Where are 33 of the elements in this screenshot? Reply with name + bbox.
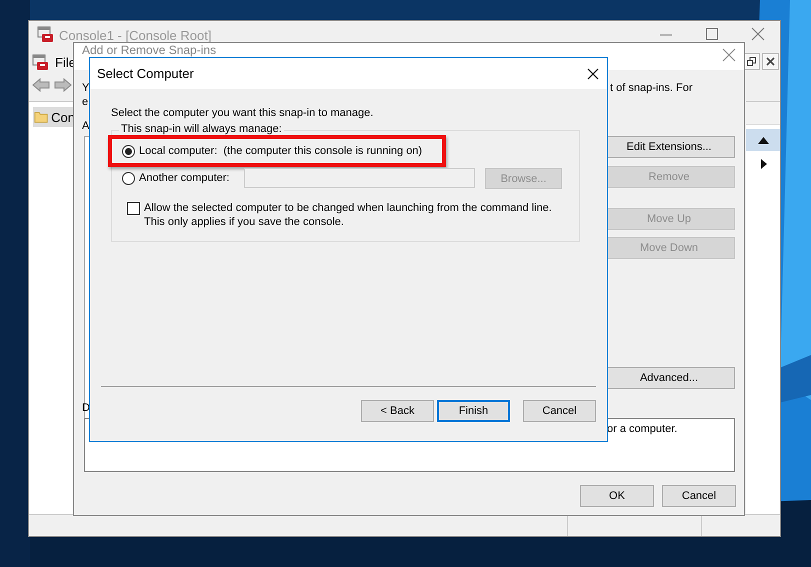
intro-text: Y (82, 82, 90, 94)
checkbox-label: Allow the selected computer to be changed when launching from the command line. This only applies if you save the console. (144, 201, 553, 229)
close-icon (766, 57, 775, 66)
radio-button[interactable] (122, 172, 135, 184)
group-label: This snap-in will always manage: (119, 123, 284, 135)
dialog-button[interactable]: Cancel (523, 400, 596, 422)
console-icon (37, 26, 54, 43)
maximize-icon[interactable] (705, 27, 719, 41)
dialog-button[interactable]: Finish (437, 400, 510, 422)
checkbox[interactable] (127, 202, 140, 215)
intro-text: t of snap-ins. For (610, 82, 693, 94)
sort-up-icon (758, 136, 768, 144)
window-title: Console1 - [Console Root] (59, 28, 212, 43)
restore-icon (747, 57, 756, 66)
dialog-button[interactable]: < Back (361, 400, 434, 422)
radio-button[interactable] (122, 144, 135, 158)
folder-icon (34, 110, 48, 124)
dialog-button[interactable]: Cancel (662, 485, 736, 507)
close-icon[interactable] (587, 68, 599, 80)
option-label: Local computer: (the computer this console is running on) (139, 145, 422, 157)
back-icon[interactable] (32, 78, 50, 92)
close-button[interactable] (762, 53, 779, 70)
option-label: Another computer: (139, 172, 230, 184)
available-label: A (82, 120, 90, 132)
dialog-title: Select Computer (97, 66, 194, 81)
intro-text: e (82, 96, 88, 108)
description-label: D (82, 402, 90, 414)
expand-arrow-icon[interactable] (761, 159, 767, 169)
forward-icon[interactable] (54, 78, 72, 92)
instruction-text: Select the computer you want this snap-in to manage. (111, 107, 374, 119)
dialog-title: Add or Remove Snap-ins (82, 43, 216, 57)
console-icon (32, 54, 49, 71)
dialog-button[interactable]: OK (580, 485, 654, 507)
